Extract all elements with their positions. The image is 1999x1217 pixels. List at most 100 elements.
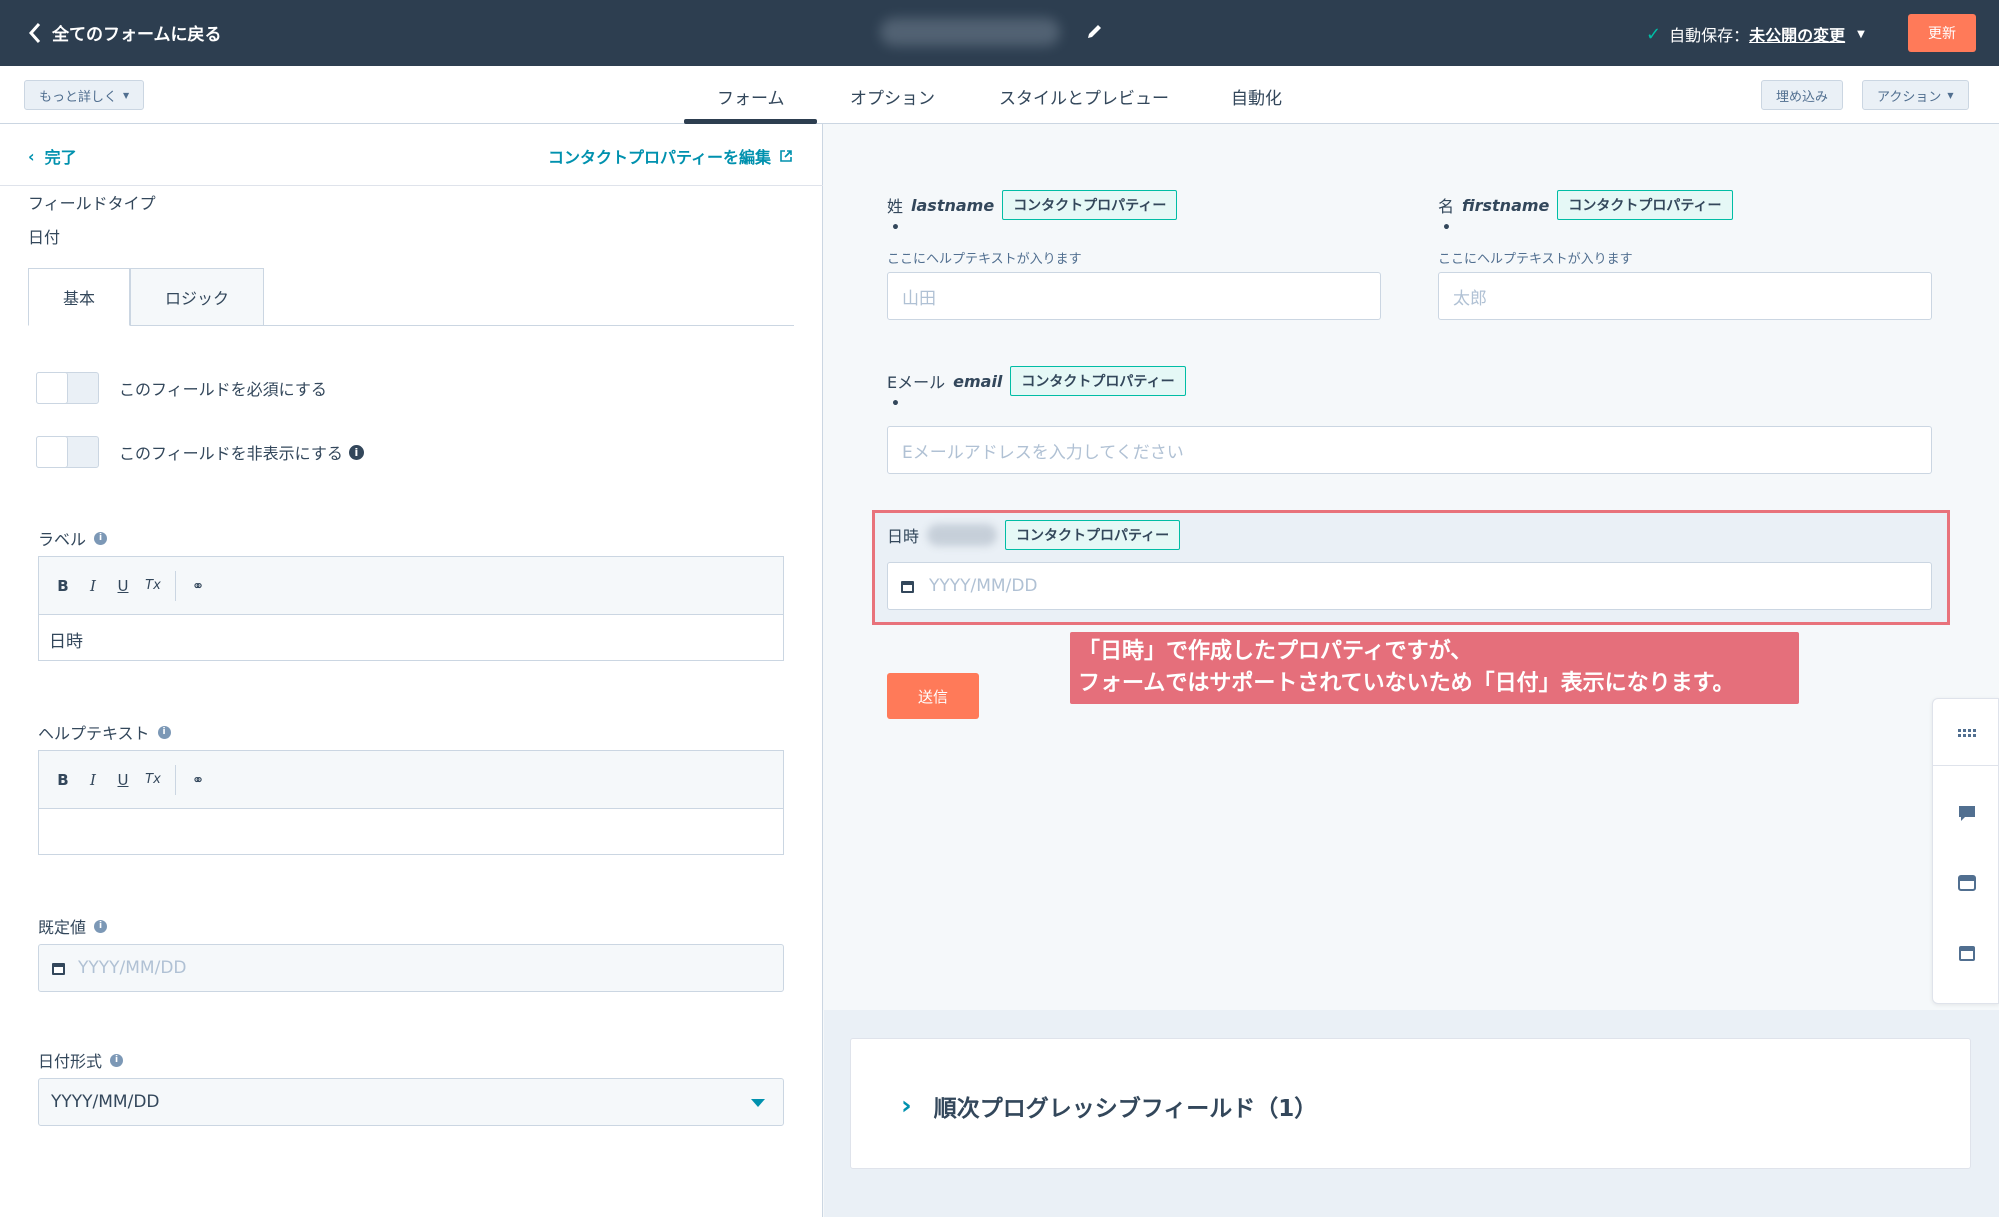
progressive-fields-label: 順次プログレッシブフィールド（1） bbox=[933, 1096, 1318, 1122]
italic-button[interactable]: I bbox=[85, 771, 101, 789]
field-type-label: フィールドタイプ bbox=[28, 194, 156, 213]
required-mark: • bbox=[1442, 220, 1451, 236]
edit-property-label: コンタクトプロパティーを編集 bbox=[547, 148, 771, 167]
bold-button[interactable]: B bbox=[55, 771, 71, 789]
unpublished-changes-link[interactable]: 未公開の変更 bbox=[1749, 22, 1845, 46]
contact-property-tag: コンタクトプロパティー bbox=[1002, 190, 1178, 220]
default-date-input[interactable]: YYYY/MM/DD bbox=[38, 944, 784, 992]
help-text-area[interactable] bbox=[39, 809, 783, 854]
contact-property-tag: コンタクトプロパティー bbox=[1557, 190, 1733, 220]
hidden-toggle[interactable] bbox=[36, 436, 99, 468]
contact-property-tag: コンタクトプロパティー bbox=[1010, 366, 1186, 396]
field-type-value: 日付 bbox=[28, 228, 61, 247]
required-toggle-row: このフィールドを必須にする bbox=[36, 372, 327, 404]
check-icon: ✓ bbox=[1646, 23, 1662, 45]
annotation-line-2: フォームではサポートされていないため「日付」表示になります。 bbox=[1078, 671, 1735, 696]
calendar-icon bbox=[901, 580, 914, 593]
date-label: 日時 bbox=[887, 527, 920, 546]
lastname-input[interactable]: 山田 bbox=[887, 272, 1381, 320]
lastname-placeholder: 山田 bbox=[902, 288, 936, 309]
chevron-right-icon: › bbox=[901, 1091, 912, 1121]
actions-dropdown[interactable]: アクション ▼ bbox=[1862, 80, 1969, 110]
help-text-section-heading: ヘルプテキスト i bbox=[38, 720, 171, 744]
progressive-fields-card[interactable]: › 順次プログレッシブフィールド（1） bbox=[850, 1038, 1971, 1169]
underline-button[interactable]: U bbox=[115, 577, 131, 595]
link-icon[interactable]: ⚭ bbox=[190, 771, 206, 789]
submit-button[interactable]: 送信 bbox=[887, 673, 979, 719]
help-text-rich-text-editor: B I U Tx ⚭ bbox=[38, 750, 784, 855]
settings-subtabs: 基本 ロジック bbox=[28, 268, 794, 326]
bold-button[interactable]: B bbox=[55, 577, 71, 595]
italic-button[interactable]: I bbox=[85, 577, 101, 595]
firstname-placeholder: 太郎 bbox=[1453, 288, 1487, 309]
tab-options[interactable]: オプション bbox=[850, 84, 935, 109]
date-input[interactable]: YYYY/MM/DD bbox=[887, 562, 1932, 610]
date-field-label: 日時 コンタクトプロパティー bbox=[887, 520, 1181, 550]
date-placeholder: YYYY/MM/DD bbox=[929, 576, 1038, 596]
form-title-blurred[interactable] bbox=[880, 18, 1060, 46]
panel-header: ‹ 完了 コンタクトプロパティーを編集 bbox=[0, 124, 823, 186]
email-input[interactable]: Eメールアドレスを入力してください bbox=[887, 426, 1932, 474]
learn-more-label: もっと詳しく bbox=[39, 89, 118, 105]
external-link-icon bbox=[780, 150, 792, 162]
email-internal-name: email bbox=[953, 371, 1003, 391]
firstname-input[interactable]: 太郎 bbox=[1438, 272, 1932, 320]
subtab-logic[interactable]: ロジック bbox=[130, 268, 264, 326]
progressive-fields-header[interactable]: › 順次プログレッシブフィールド（1） bbox=[901, 1089, 1317, 1123]
tab-style-preview[interactable]: スタイルとプレビュー bbox=[999, 84, 1169, 109]
done-label: 完了 bbox=[44, 148, 77, 167]
required-mark: • bbox=[891, 396, 900, 412]
info-icon[interactable]: i bbox=[94, 919, 108, 933]
edit-contact-property-link[interactable]: コンタクトプロパティーを編集 bbox=[548, 144, 793, 168]
done-link[interactable]: ‹ 完了 bbox=[28, 144, 77, 168]
chevron-left-icon: ‹ bbox=[28, 146, 35, 166]
label-text-area[interactable]: 日時 bbox=[39, 615, 783, 660]
label-section-text: ラベル bbox=[38, 530, 87, 549]
info-icon[interactable]: i bbox=[348, 444, 364, 460]
embed-button[interactable]: 埋め込み bbox=[1761, 80, 1844, 110]
update-button[interactable]: 更新 bbox=[1908, 14, 1976, 52]
lastname-label: 姓 bbox=[887, 197, 904, 216]
chat-icon[interactable] bbox=[1957, 803, 1977, 823]
autosave-status: ✓ 自動保存： 未公開の変更 ▼ bbox=[1646, 22, 1865, 46]
caret-down-icon: ▼ bbox=[123, 90, 130, 100]
tab-form[interactable]: フォーム bbox=[717, 84, 785, 109]
pencil-icon[interactable] bbox=[1086, 22, 1104, 40]
info-icon[interactable]: i bbox=[94, 531, 108, 545]
rte-toolbar: B I U Tx ⚭ bbox=[39, 557, 783, 615]
toolbar-divider bbox=[175, 764, 176, 795]
toggle-knob bbox=[36, 372, 68, 404]
firstname-label: 名 bbox=[1438, 197, 1455, 216]
toolbar-divider bbox=[175, 570, 176, 601]
firstname-help-text: ここにヘルプテキストが入ります bbox=[1438, 252, 1633, 267]
date-format-section-heading: 日付形式 i bbox=[38, 1048, 124, 1072]
label-section-heading: ラベル i bbox=[38, 526, 108, 550]
underline-button[interactable]: U bbox=[115, 771, 131, 789]
grid-icon[interactable] bbox=[1957, 723, 1977, 743]
annotation-callout: 「日時」で作成したプロパティですが、 フォームではサポートされていないため「日付… bbox=[1070, 632, 1799, 704]
required-toggle[interactable] bbox=[36, 372, 99, 404]
caret-down-icon bbox=[751, 1099, 765, 1107]
info-icon[interactable]: i bbox=[110, 1053, 124, 1067]
link-icon[interactable]: ⚭ bbox=[190, 577, 206, 595]
firstname-internal-name: firstname bbox=[1462, 195, 1550, 215]
info-icon[interactable]: i bbox=[157, 725, 171, 739]
clear-format-button[interactable]: Tx bbox=[145, 578, 161, 593]
clear-format-button[interactable]: Tx bbox=[145, 772, 161, 787]
tab-automation[interactable]: 自動化 bbox=[1231, 84, 1282, 109]
field-settings-panel: ‹ 完了 コンタクトプロパティーを編集 フィールドタイプ 日付 基本 ロジック … bbox=[0, 124, 823, 1217]
back-to-all-forms-link[interactable]: 全てのフォームに戻る bbox=[28, 20, 222, 45]
calendar-icon[interactable] bbox=[1957, 943, 1977, 963]
side-tools-dock bbox=[1932, 698, 1999, 1004]
inbox-icon[interactable] bbox=[1957, 873, 1977, 893]
default-section-text: 既定値 bbox=[38, 918, 87, 937]
lastname-help-text: ここにヘルプテキストが入ります bbox=[887, 252, 1082, 267]
chevron-left-icon bbox=[28, 22, 41, 43]
required-toggle-label: このフィールドを必須にする bbox=[119, 380, 327, 399]
email-label: Eメール bbox=[887, 373, 946, 392]
learn-more-dropdown[interactable]: もっと詳しく ▼ bbox=[24, 80, 145, 110]
caret-down-icon[interactable]: ▼ bbox=[1857, 29, 1865, 40]
date-format-select[interactable]: YYYY/MM/DD bbox=[38, 1078, 784, 1126]
default-date-placeholder: YYYY/MM/DD bbox=[78, 958, 187, 978]
subtab-basic[interactable]: 基本 bbox=[28, 268, 130, 326]
